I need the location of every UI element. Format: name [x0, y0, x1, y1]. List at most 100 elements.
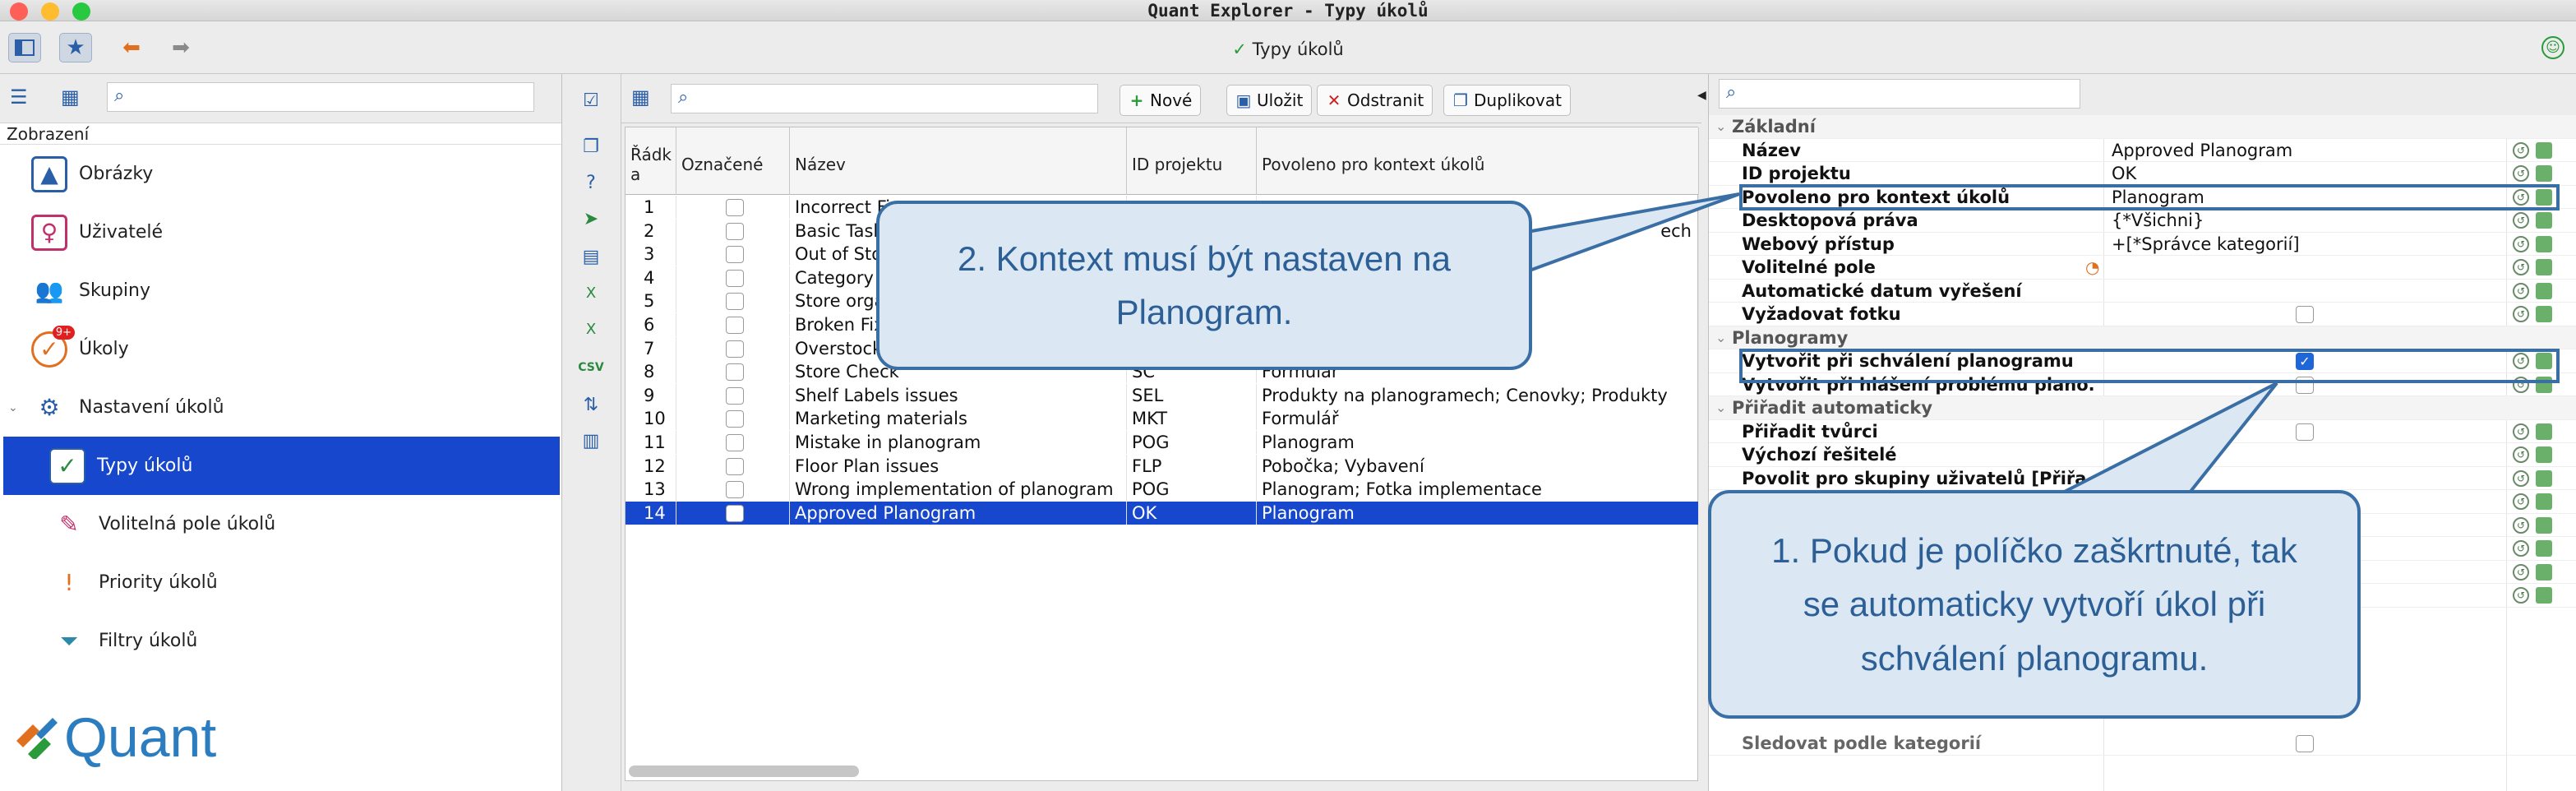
reset-icon[interactable]: ↺: [2513, 282, 2529, 299]
property-value[interactable]: +[*Správce kategorií]: [2112, 233, 2300, 256]
nav-item-images[interactable]: ▲ Obrázky: [0, 145, 561, 203]
edit-icon[interactable]: [2536, 446, 2552, 463]
property-checkbox[interactable]: [2296, 423, 2314, 441]
edit-icon[interactable]: [2536, 141, 2552, 159]
table-row[interactable]: 11 Mistake in planogram POG Planogram: [626, 431, 1699, 455]
edit-icon[interactable]: [2536, 540, 2552, 557]
row-checkbox[interactable]: [726, 410, 744, 428]
reset-icon[interactable]: ↺: [2513, 165, 2529, 182]
duplicate-button[interactable]: ❐ Duplikovat: [1443, 85, 1571, 116]
reset-icon[interactable]: ↺: [2513, 259, 2529, 275]
csv-icon[interactable]: CSV: [577, 354, 605, 382]
row-checkbox[interactable]: [726, 317, 744, 334]
column-header-marked[interactable]: Označené: [676, 127, 790, 195]
nav-item-priorities[interactable]: ! Priority úkolů: [0, 553, 561, 612]
row-checkbox[interactable]: [726, 504, 744, 522]
sort-icon[interactable]: ⇅: [577, 391, 605, 419]
property-row[interactable]: Povolit pro skupiny uživatelů [Přiřa... ↺: [1709, 467, 2576, 490]
reset-icon[interactable]: ↺: [2513, 563, 2529, 581]
nav-item-groups[interactable]: 👥 Skupiny: [0, 261, 561, 320]
nav-item-tasks[interactable]: ✓ 9+ Úkoly: [0, 320, 561, 378]
table-row[interactable]: 13 Wrong implementation of planogram POG Pl…: [626, 478, 1699, 502]
row-checkbox[interactable]: [726, 340, 744, 358]
property-row[interactable]: ID projektu OK ↺: [1709, 162, 2576, 186]
property-group[interactable]: ⌄ Základní: [1709, 115, 2576, 139]
reset-icon[interactable]: ↺: [2513, 235, 2529, 252]
nav-item-users[interactable]: ♀ Uživatelé: [0, 203, 561, 261]
table-row[interactable]: 14 Approved Planogram OK Planogram: [626, 501, 1699, 525]
property-row[interactable]: Sledovat podle kategorií: [1709, 732, 2576, 756]
reset-icon[interactable]: ↺: [2513, 587, 2529, 604]
property-group[interactable]: ⌄ Planogramy: [1709, 326, 2576, 349]
collapse-arrow-icon[interactable]: ◀: [1697, 89, 1706, 102]
table-row[interactable]: 12 Floor Plan issues FLP Pobočka; Vybavení: [626, 454, 1699, 479]
chart-icon[interactable]: ▥: [577, 428, 605, 456]
property-row[interactable]: Název Approved Planogram ↺: [1709, 139, 2576, 162]
new-button[interactable]: + Nové: [1119, 85, 1202, 116]
table-row[interactable]: 9 Shelf Labels issues SEL Produkty na plano…: [626, 383, 1699, 408]
pointer-icon[interactable]: ➤: [577, 206, 605, 234]
reset-icon[interactable]: ↺: [2513, 423, 2529, 440]
property-value[interactable]: Approved Planogram: [2112, 139, 2292, 162]
row-checkbox[interactable]: [726, 199, 744, 216]
tree-collapse-icon[interactable]: ☰: [10, 86, 28, 109]
nav-item-filters[interactable]: ⏷ Filtry úkolů: [0, 612, 561, 670]
edit-icon[interactable]: [2536, 563, 2552, 581]
reset-icon[interactable]: ↺: [2513, 493, 2529, 510]
property-row[interactable]: Webový přístup +[*Správce kategorií] ↺: [1709, 233, 2576, 256]
nav-item-task-types[interactable]: ✓ Typy úkolů: [3, 437, 560, 495]
edit-icon[interactable]: [2536, 235, 2552, 252]
property-group[interactable]: ⌄ Přiřadit automaticky: [1709, 396, 2576, 420]
column-header-name[interactable]: Název: [790, 127, 1127, 195]
zoom-window-button[interactable]: [72, 2, 90, 21]
column-header-context[interactable]: Povoleno pro kontext úkolů: [1257, 127, 1699, 195]
row-checkbox[interactable]: [726, 246, 744, 264]
reset-icon[interactable]: ↺: [2513, 540, 2529, 557]
column-header-project-id[interactable]: ID projektu: [1127, 127, 1257, 195]
edit-icon[interactable]: [2536, 259, 2552, 275]
check-all-icon[interactable]: ☑: [577, 87, 605, 115]
grid-view-icon[interactable]: ▦: [61, 86, 80, 109]
row-checkbox[interactable]: [726, 222, 744, 240]
list-icon[interactable]: ▤: [577, 243, 605, 271]
save-button[interactable]: ▣ Uložit: [1226, 85, 1313, 116]
reset-icon[interactable]: ↺: [2513, 306, 2529, 322]
property-row[interactable]: Desktopová práva {*Všichni} ↺: [1709, 209, 2576, 233]
edit-icon[interactable]: [2536, 587, 2552, 604]
column-header-row[interactable]: Řádk a: [626, 127, 676, 195]
property-checkbox[interactable]: [2296, 735, 2314, 752]
row-checkbox[interactable]: [726, 269, 744, 287]
reset-icon[interactable]: ↺: [2513, 212, 2529, 229]
reset-icon[interactable]: ↺: [2513, 141, 2529, 159]
reset-icon[interactable]: ↺: [2513, 516, 2529, 534]
navigation-search-input[interactable]: ⌕: [107, 82, 534, 112]
table-row[interactable]: 10 Marketing materials MKT Formulář: [626, 407, 1699, 431]
excel-export-icon[interactable]: X: [577, 316, 605, 344]
smile-icon[interactable]: ☺: [2541, 36, 2564, 59]
row-checkbox[interactable]: [726, 293, 744, 311]
edit-icon[interactable]: [2536, 516, 2552, 534]
row-checkbox[interactable]: [726, 457, 744, 475]
property-value[interactable]: OK: [2112, 162, 2136, 185]
nav-item-task-settings[interactable]: ⌄ ⚙ Nastavení úkolů: [0, 378, 561, 437]
property-row[interactable]: Výchozí řešitelé ↺: [1709, 443, 2576, 467]
property-row[interactable]: Automatické datum vyřešení ↺: [1709, 280, 2576, 303]
edit-icon[interactable]: [2536, 423, 2552, 440]
horizontal-scrollbar[interactable]: [629, 766, 859, 777]
row-checkbox[interactable]: [726, 363, 744, 382]
property-row[interactable]: Vyžadovat fotku ↺: [1709, 303, 2576, 326]
edit-icon[interactable]: [2536, 493, 2552, 510]
copy-icon[interactable]: ❐: [577, 133, 605, 161]
columns-icon[interactable]: ▦: [631, 86, 650, 109]
edit-icon[interactable]: [2536, 212, 2552, 229]
property-checkbox[interactable]: [2296, 306, 2314, 323]
edit-icon[interactable]: [2536, 165, 2552, 182]
help-icon[interactable]: ?: [577, 169, 605, 197]
minimize-window-button[interactable]: [41, 2, 59, 21]
reset-icon[interactable]: ↺: [2513, 470, 2529, 487]
row-checkbox[interactable]: [726, 386, 744, 405]
nav-item-optional-fields[interactable]: ✎ Volitelná pole úkolů: [0, 495, 561, 553]
edit-icon[interactable]: [2536, 282, 2552, 299]
delete-button[interactable]: ✕ Odstranit: [1317, 85, 1433, 116]
edit-icon[interactable]: [2536, 306, 2552, 322]
